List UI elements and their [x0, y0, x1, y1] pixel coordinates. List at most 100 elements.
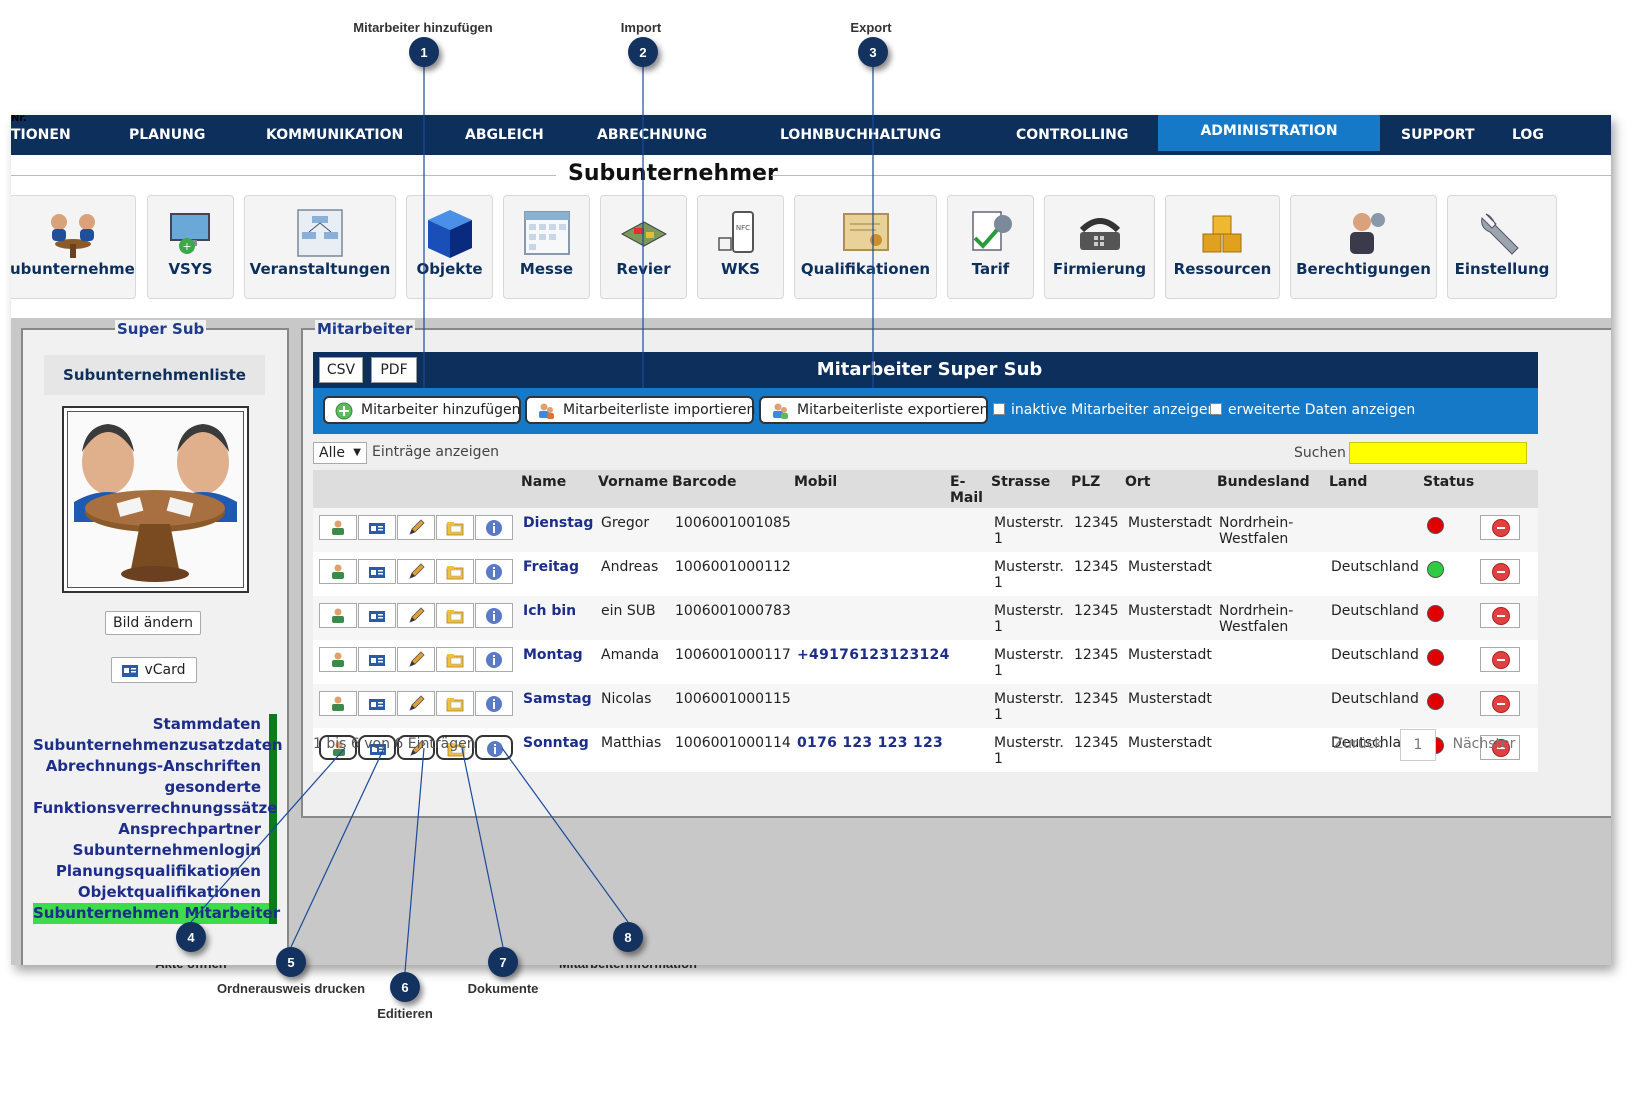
tile-einstellung[interactable]: Einstellung: [1447, 195, 1557, 299]
export-employees-button[interactable]: Mitarbeiterliste exportieren: [759, 396, 988, 424]
delete-button[interactable]: [1480, 515, 1520, 540]
cell-mobil[interactable]: +49176123123124: [797, 647, 950, 663]
tile-messe[interactable]: Messe: [503, 195, 590, 299]
side-menu-objektqualifikationen[interactable]: Objektqualifikationen: [33, 882, 277, 903]
col-email[interactable]: E- Mail: [950, 474, 983, 506]
cell-mobil[interactable]: 0176 123 123 123: [797, 735, 943, 751]
delete-button[interactable]: [1480, 691, 1520, 716]
col-name[interactable]: Name: [521, 474, 566, 490]
documents-button[interactable]: [436, 691, 474, 716]
side-menu-planungsqualifikationen[interactable]: Planungsqualifikationen: [33, 861, 277, 882]
pager-next-button[interactable]: Nächster: [1447, 729, 1521, 761]
nav-item-log[interactable]: LOG: [1512, 115, 1544, 155]
open-file-button[interactable]: [319, 559, 357, 584]
info-button[interactable]: [475, 647, 513, 672]
cell-name[interactable]: Montag: [523, 647, 583, 663]
nav-item-tionen[interactable]: TIONEN: [11, 115, 71, 155]
edit-button[interactable]: [397, 603, 435, 628]
cell-name[interactable]: Sonntag: [523, 735, 589, 751]
delete-button[interactable]: [1480, 559, 1520, 584]
page-length-select[interactable]: Alle ▼: [313, 442, 367, 464]
documents-button[interactable]: [436, 647, 474, 672]
nav-item-abgleich[interactable]: ABGLEICH: [465, 115, 544, 155]
tile-subunternehmer[interactable]: ubunternehmer: [11, 195, 136, 299]
open-file-button[interactable]: [319, 691, 357, 716]
nav-item-kommunikation[interactable]: KOMMUNIKATION: [266, 115, 403, 155]
documents-button[interactable]: [436, 515, 474, 540]
cell-name[interactable]: Freitag: [523, 559, 579, 575]
nav-item-controlling[interactable]: CONTROLLING: [1016, 115, 1128, 155]
print-id-button[interactable]: [358, 559, 396, 584]
tile-qualifikationen[interactable]: Qualifikationen: [794, 195, 937, 299]
tile-wks[interactable]: NFC WKS: [697, 195, 784, 299]
col-ort[interactable]: Ort: [1125, 474, 1151, 490]
side-menu-funktionsverrechnungssaetze[interactable]: Funktionsverrechnungssätze: [33, 798, 277, 819]
delete-button[interactable]: [1480, 647, 1520, 672]
nav-item-lohnbuchhaltung[interactable]: LOHNBUCHHALTUNG: [780, 115, 941, 155]
documents-button[interactable]: [436, 559, 474, 584]
col-status[interactable]: Status: [1423, 474, 1474, 490]
cell-name[interactable]: Ich bin: [523, 603, 576, 619]
show-extended-checkbox[interactable]: erweiterte Daten anzeigen: [1210, 402, 1415, 418]
subcontractor-list-button[interactable]: Subunternehmenliste: [44, 355, 265, 395]
nav-item-administration[interactable]: ADMINISTRATION: [1158, 115, 1380, 151]
side-menu-abrechnungs-anschriften[interactable]: Abrechnungs-Anschriften: [33, 756, 277, 777]
print-id-button[interactable]: [358, 515, 396, 540]
tile-vsys[interactable]: + VSYS: [147, 195, 234, 299]
info-button[interactable]: [475, 603, 513, 628]
pager-prev-button[interactable]: Zurück: [1328, 729, 1388, 761]
open-file-button[interactable]: [319, 515, 357, 540]
search-input[interactable]: [1349, 442, 1527, 464]
pager-page-1-button[interactable]: 1: [1400, 729, 1436, 761]
edit-button[interactable]: [397, 647, 435, 672]
print-id-button[interactable]: [358, 603, 396, 628]
tile-objekte[interactable]: Objekte: [406, 195, 493, 299]
show-inactive-box[interactable]: [993, 403, 1005, 415]
col-barcode[interactable]: Barcode: [672, 474, 736, 490]
side-menu-stammdaten[interactable]: Stammdaten: [33, 714, 277, 735]
info-button[interactable]: [475, 515, 513, 540]
col-land[interactable]: Land: [1329, 474, 1367, 490]
vcard-button[interactable]: vCard: [111, 657, 197, 683]
col-bundesland[interactable]: Bundesland: [1217, 474, 1310, 490]
tile-revier[interactable]: Revier: [600, 195, 687, 299]
change-image-button[interactable]: Bild ändern: [105, 611, 201, 635]
col-vorname[interactable]: Vorname: [598, 474, 668, 490]
side-menu-gesonderte[interactable]: gesonderte: [33, 777, 277, 798]
col-plz[interactable]: PLZ: [1071, 474, 1100, 490]
documents-button[interactable]: [436, 603, 474, 628]
tile-tarif[interactable]: Tarif: [947, 195, 1034, 299]
info-button[interactable]: [475, 559, 513, 584]
add-employee-button[interactable]: Mitarbeiter hinzufügen: [323, 396, 521, 424]
show-extended-box[interactable]: [1210, 403, 1222, 415]
pdf-export-button[interactable]: PDF: [371, 357, 417, 383]
side-menu-zusatzdaten[interactable]: Subunternehmenzusatzdaten: [33, 735, 283, 756]
print-id-button[interactable]: [358, 647, 396, 672]
open-file-button[interactable]: [319, 603, 357, 628]
side-menu-subunternehmenlogin[interactable]: Subunternehmenlogin: [33, 840, 277, 861]
col-mobil[interactable]: Mobil: [794, 474, 837, 490]
show-inactive-checkbox[interactable]: inaktive Mitarbeiter anzeigen: [993, 402, 1216, 418]
tile-ressourcen[interactable]: Ressourcen: [1165, 195, 1280, 299]
cell-name[interactable]: Samstag: [523, 691, 592, 707]
edit-button[interactable]: [397, 559, 435, 584]
col-strasse[interactable]: Strasse: [991, 474, 1050, 490]
tile-veranstaltungen[interactable]: Veranstaltungen: [244, 195, 396, 299]
nav-item-abrechnung[interactable]: ABRECHNUNG: [597, 115, 707, 155]
info-button[interactable]: [475, 735, 513, 760]
edit-button[interactable]: [397, 691, 435, 716]
print-id-button[interactable]: [358, 691, 396, 716]
tile-firmierung[interactable]: Firmierung: [1044, 195, 1155, 299]
tile-berechtigungen[interactable]: Berechtigungen: [1290, 195, 1437, 299]
nav-item-support[interactable]: SUPPORT: [1401, 115, 1475, 155]
open-file-button[interactable]: [319, 647, 357, 672]
cell-name[interactable]: Dienstag: [523, 515, 593, 531]
import-employees-button[interactable]: Mitarbeiterliste importieren: [525, 396, 755, 424]
nav-item-planung[interactable]: PLANUNG: [129, 115, 205, 155]
info-button[interactable]: [475, 691, 513, 716]
side-menu-subunternehmen-mitarbeiter[interactable]: Subunternehmen Mitarbeiter: [33, 903, 280, 924]
csv-export-button[interactable]: CSV: [319, 357, 363, 383]
side-menu-ansprechpartner[interactable]: Ansprechpartner: [33, 819, 277, 840]
delete-button[interactable]: [1480, 603, 1520, 628]
edit-button[interactable]: [397, 515, 435, 540]
